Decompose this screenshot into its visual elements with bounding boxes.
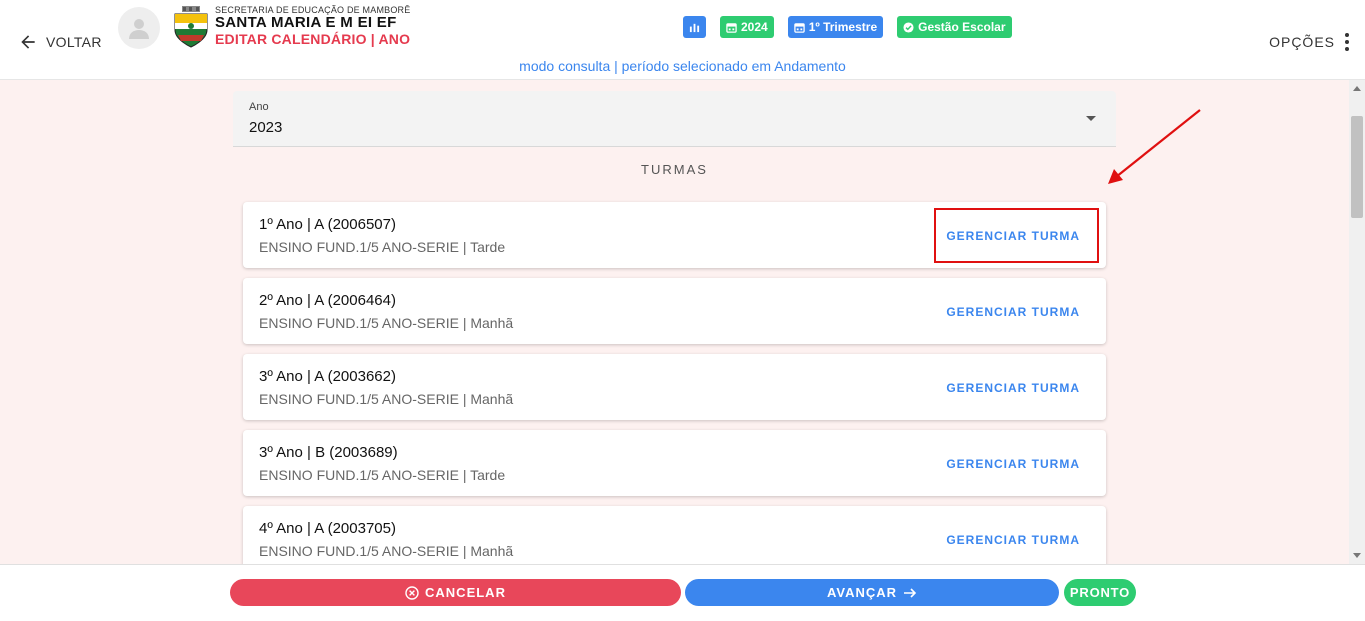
annotation-highlight-box [934,208,1099,263]
cancel-button[interactable]: CANCELAR [230,579,681,606]
avatar[interactable] [118,7,160,49]
turma-card: 2º Ano | A (2006464) ENSINO FUND.1/5 ANO… [243,278,1106,344]
next-button[interactable]: AVANÇAR [685,579,1059,606]
scrollbar-thumb[interactable] [1351,116,1363,218]
module-badge[interactable]: Gestão Escolar [897,16,1012,38]
manage-turma-button[interactable]: GERENCIAR TURMA [946,533,1080,547]
period-badge-label: 1º Trimestre [808,20,878,34]
section-title: TURMAS [641,162,708,177]
turma-name: 3º Ano | B (2003689) [259,444,398,461]
municipal-crest-icon [174,6,208,48]
arrow-left-icon [21,35,35,49]
arrow-right-icon [904,587,917,598]
header-titles: SECRETARIA DE EDUCAÇÃO DE MAMBORÊ SANTA … [215,5,410,48]
year-select[interactable]: Ano 2023 [233,91,1116,147]
turma-name: 3º Ano | A (2003662) [259,368,396,385]
turma-name: 1º Ano | A (2006507) [259,216,396,233]
turma-card: 4º Ano | A (2003705) ENSINO FUND.1/5 ANO… [243,506,1106,572]
close-circle-icon [405,585,419,600]
year-badge[interactable]: 2024 [720,16,774,38]
turma-info: ENSINO FUND.1/5 ANO-SERIE | Manhã [259,543,514,559]
turma-name: 2º Ano | A (2006464) [259,292,396,309]
period-badge[interactable]: 1º Trimestre [787,16,884,38]
options-label: OPÇÕES [1269,34,1335,50]
mode-status-text: modo consulta | período selecionado em A… [519,58,846,74]
page-title: EDITAR CALENDÁRIO | ANO [215,31,411,47]
manage-turma-button[interactable]: GERENCIAR TURMA [946,305,1080,319]
app-header: VOLTAR SECRETARIA DE EDUCAÇÃO DE MAMBORÊ… [0,0,1365,80]
back-button[interactable]: VOLTAR [18,32,102,52]
year-select-label: Ano [249,101,269,113]
user-icon [129,19,149,39]
turma-info: ENSINO FUND.1/5 ANO-SERIE | Manhã [259,315,514,331]
options-menu-button[interactable]: OPÇÕES [1269,33,1349,51]
annotation-arrow-icon [1108,109,1201,184]
action-footer: CANCELAR AVANÇAR PRONTO [0,564,1365,621]
turma-card: 3º Ano | A (2003662) ENSINO FUND.1/5 ANO… [243,354,1106,420]
reports-badge[interactable] [683,16,706,38]
dropdown-caret-icon [1086,116,1096,121]
module-badge-label: Gestão Escolar [918,20,1006,34]
calendar-icon [793,22,805,33]
manage-turma-button[interactable]: GERENCIAR TURMA [946,381,1080,395]
year-select-value: 2023 [249,119,283,136]
next-label: AVANÇAR [826,585,898,600]
turma-info: ENSINO FUND.1/5 ANO-SERIE | Tarde [259,467,506,483]
back-label: VOLTAR [46,34,102,50]
bar-chart-icon [689,23,700,32]
turma-info: ENSINO FUND.1/5 ANO-SERIE | Tarde [259,239,506,255]
more-vertical-icon [1345,33,1349,51]
turma-card: 3º Ano | B (2003689) ENSINO FUND.1/5 ANO… [243,430,1106,496]
calendar-icon [726,22,737,33]
status-badges: 2024 1º Trimestre Gestão Escolar [683,16,1012,38]
scroll-up-icon[interactable] [1353,86,1361,91]
year-badge-label: 2024 [741,20,768,34]
vertical-scrollbar[interactable] [1349,80,1365,564]
school-name: SANTA MARIA E M EI EF [215,14,397,31]
turma-info: ENSINO FUND.1/5 ANO-SERIE | Manhã [259,391,514,407]
manage-turma-button[interactable]: GERENCIAR TURMA [946,457,1080,471]
turma-name: 4º Ano | A (2003705) [259,520,396,537]
scroll-down-icon[interactable] [1353,553,1361,558]
check-circle-icon [903,21,914,33]
done-button[interactable]: PRONTO [1064,579,1136,606]
cancel-label: CANCELAR [425,585,506,600]
